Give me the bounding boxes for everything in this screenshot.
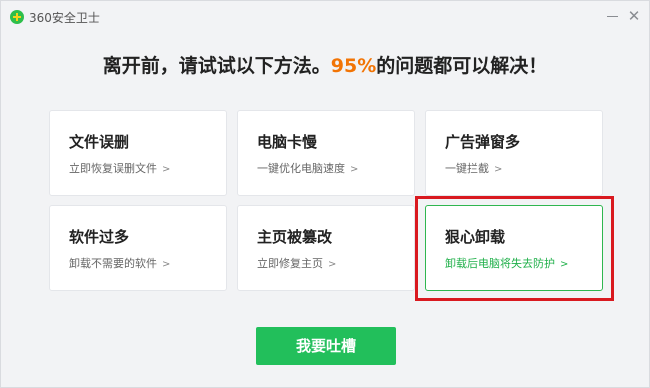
card-title: 主页被篡改 — [257, 228, 333, 246]
card-uninstall-software[interactable]: 软件过多 卸载不需要的软件 > — [49, 205, 227, 291]
highlight-annotation — [415, 196, 614, 301]
title-bar: 360安全卫士 ✕ — [1, 1, 649, 33]
window-title: 360安全卫士 — [29, 11, 100, 25]
card-block-popups[interactable]: 广告弹窗多 一键拦截 > — [425, 110, 603, 196]
card-fix-homepage[interactable]: 主页被篡改 立即修复主页 > — [237, 205, 415, 291]
card-subtitle: 一键优化电脑速度 — [257, 162, 345, 175]
card-subtitle: 卸载不需要的软件 — [69, 257, 157, 270]
feedback-button[interactable]: 我要吐槽 — [256, 327, 396, 365]
headline-prefix: 离开前，请试试以下方法。 — [102, 55, 331, 77]
card-title: 广告弹窗多 — [445, 133, 521, 151]
chevron-right-icon: > — [162, 164, 171, 175]
card-title: 电脑卡慢 — [257, 133, 318, 151]
card-subtitle: 立即修复主页 — [257, 257, 323, 270]
chevron-right-icon: > — [350, 164, 359, 175]
chevron-right-icon: > — [328, 259, 337, 270]
card-file-recovery[interactable]: 文件误删 立即恢复误删文件 > — [49, 110, 227, 196]
headline: 离开前，请试试以下方法。95%的问题都可以解决！ — [1, 51, 649, 78]
card-speed-up[interactable]: 电脑卡慢 一键优化电脑速度 > — [237, 110, 415, 196]
chevron-right-icon: > — [494, 164, 503, 175]
headline-suffix: 的问题都可以解决！ — [376, 55, 548, 77]
dialog-window: 360安全卫士 ✕ 离开前，请试试以下方法。95%的问题都可以解决！ 文件误删 … — [0, 0, 650, 388]
chevron-right-icon: > — [162, 259, 171, 270]
close-button[interactable]: ✕ — [625, 7, 643, 25]
card-title: 文件误删 — [69, 133, 130, 151]
minimize-button[interactable] — [603, 7, 621, 25]
card-subtitle: 一键拦截 — [445, 162, 489, 175]
360-logo-icon — [10, 10, 24, 24]
card-subtitle: 立即恢复误删文件 — [69, 162, 157, 175]
headline-percent: 95% — [330, 55, 377, 77]
card-title: 软件过多 — [69, 228, 130, 246]
